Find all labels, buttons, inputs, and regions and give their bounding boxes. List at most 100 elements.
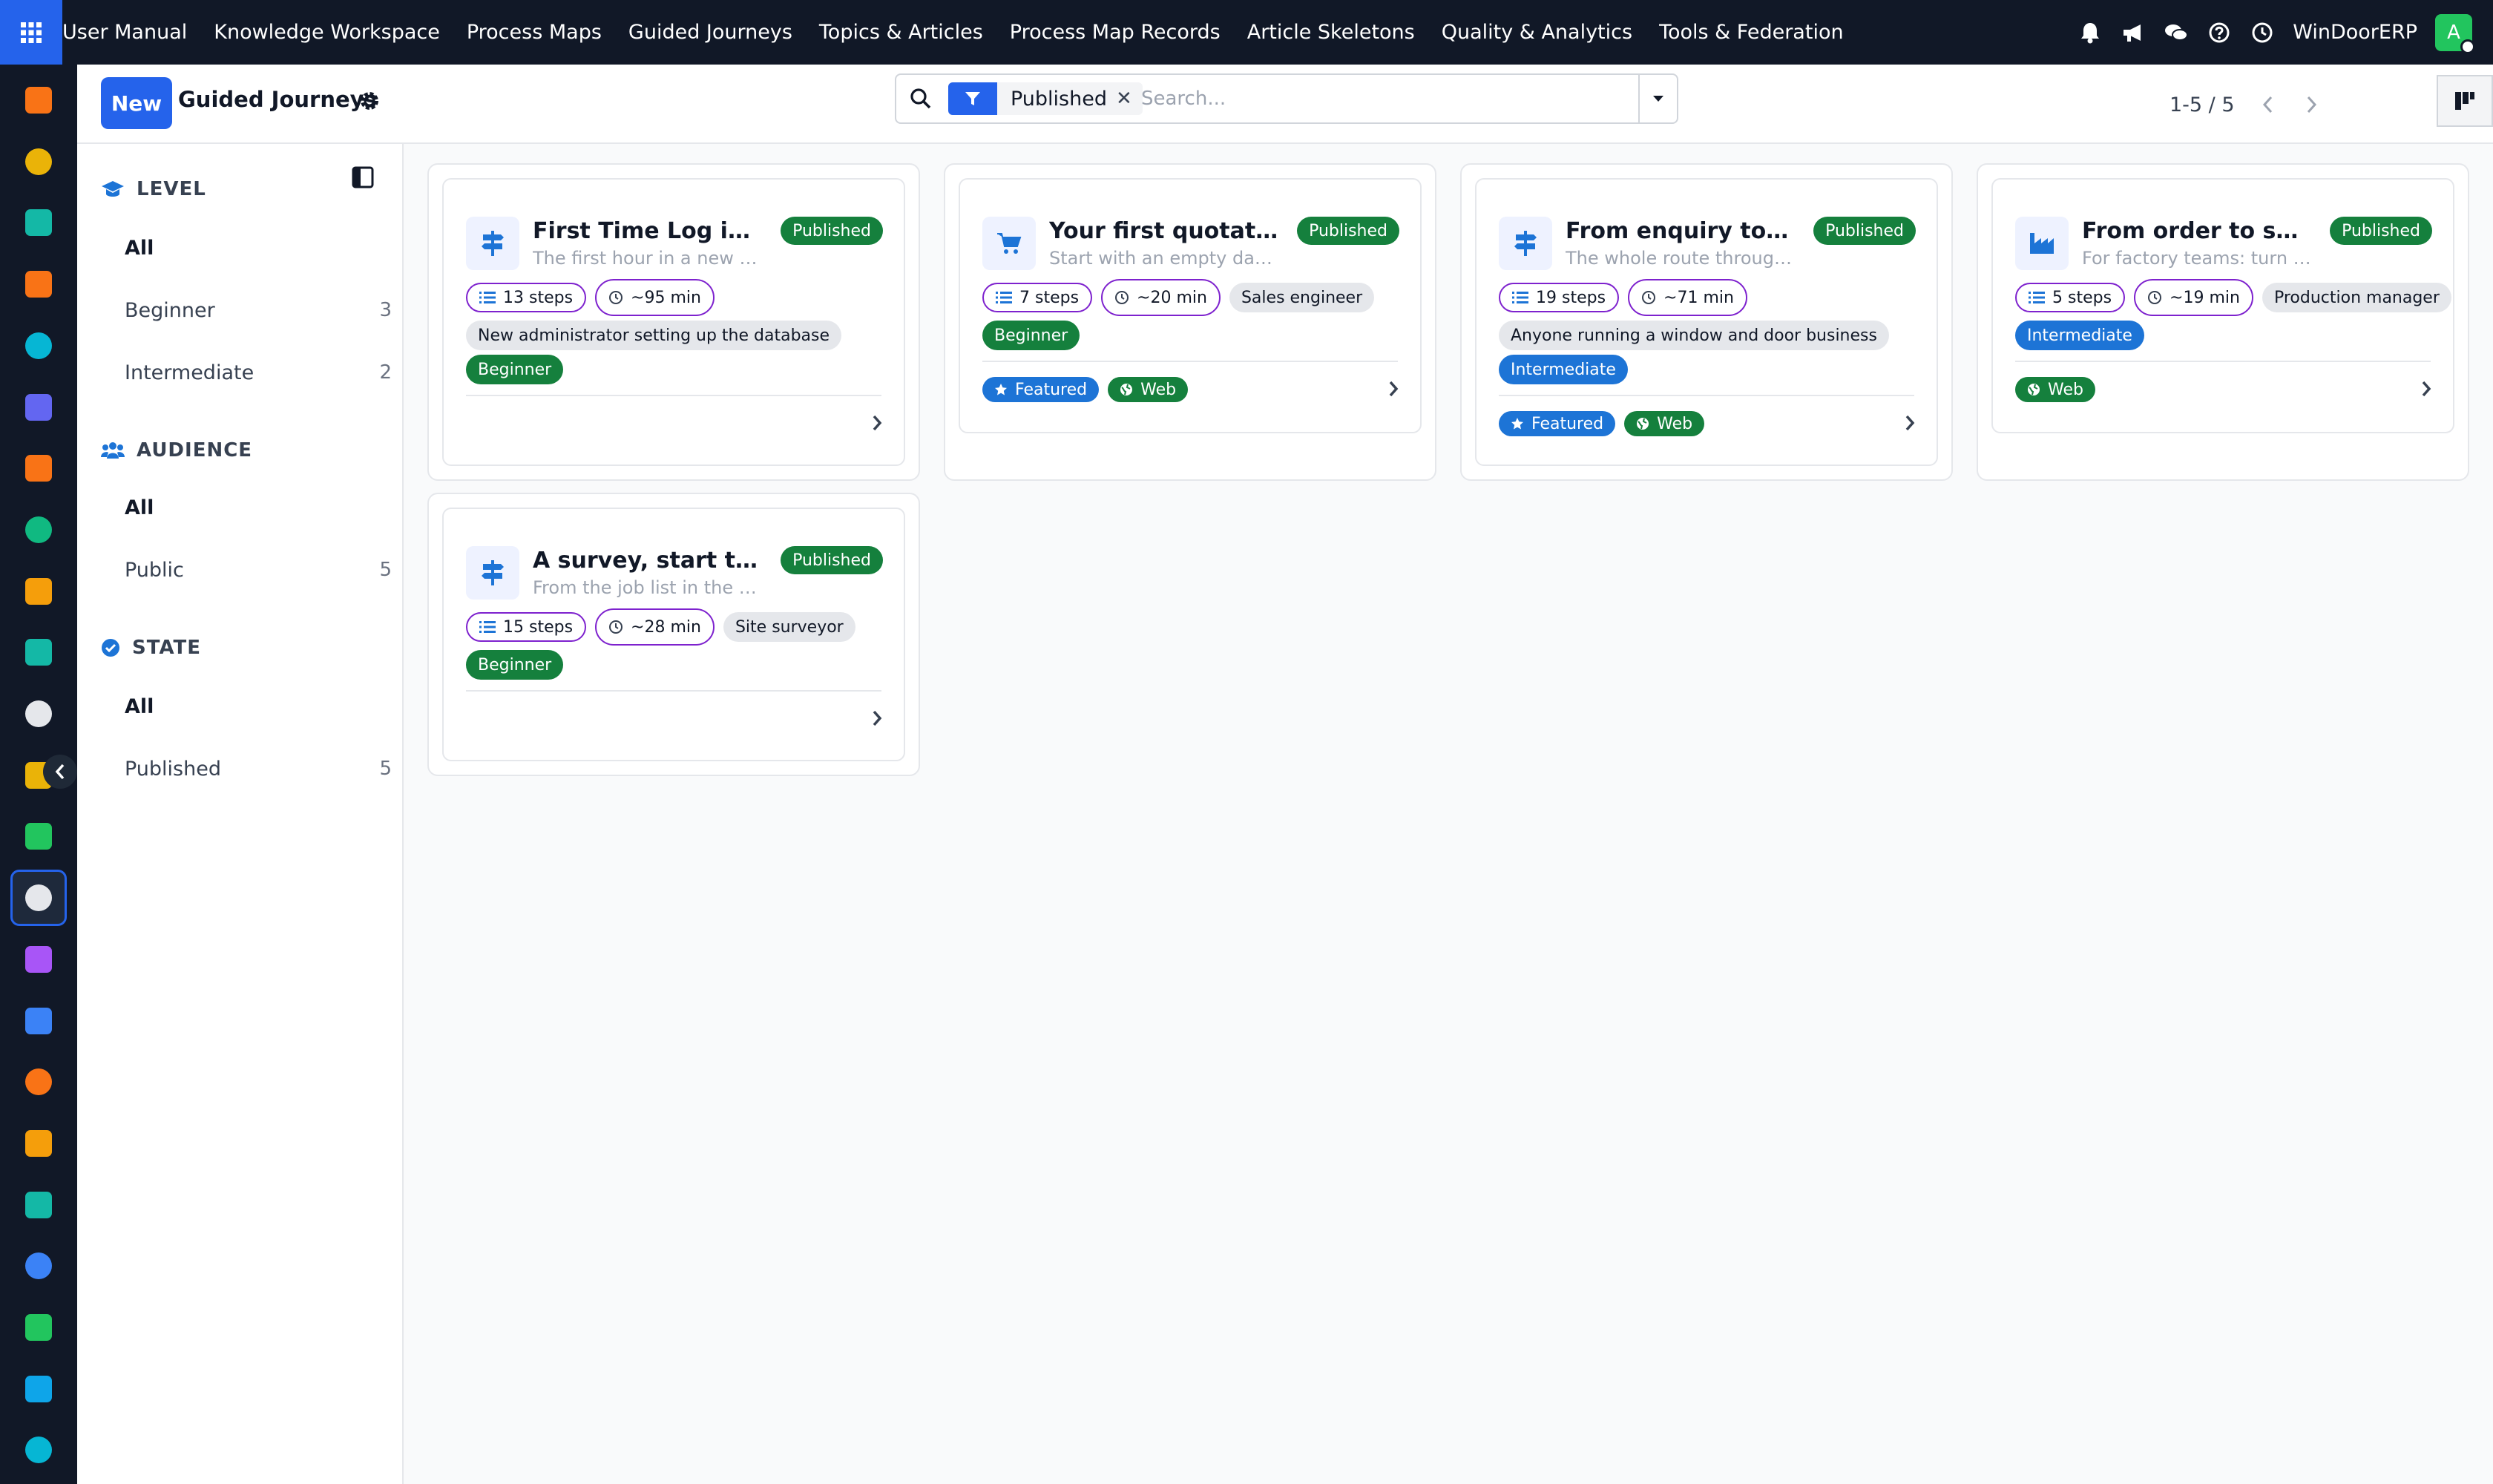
panel-toggle-icon[interactable] — [352, 166, 374, 188]
chip-row: Web — [2015, 377, 2104, 402]
pager-previous-icon[interactable] — [2245, 82, 2290, 127]
featured-label: Featured — [1015, 380, 1088, 399]
level-filter-beginner[interactable]: Beginner 3 — [125, 288, 392, 332]
chevron-right-icon[interactable] — [1904, 414, 1916, 432]
email-app-icon[interactable] — [19, 388, 58, 427]
calendar-app-icon[interactable] — [19, 1124, 58, 1163]
kanban-record[interactable]: From enquiry to inst... The whole route … — [1475, 178, 1938, 466]
featured-chip: Featured — [1499, 411, 1616, 436]
kanban-record[interactable]: First Time Log in Sy... The first hour i… — [442, 178, 905, 466]
new-button[interactable]: New — [101, 77, 172, 129]
contacts-app-icon[interactable] — [19, 203, 58, 242]
gear-icon[interactable] — [359, 91, 380, 111]
chat-icon[interactable] — [2155, 0, 2198, 65]
card-title: From enquiry to inst... — [1566, 218, 1796, 244]
audience-chip: Anyone running a window and door busines… — [1499, 321, 1889, 350]
chip-row: Beginner — [982, 321, 1088, 350]
invoicing-app-icon[interactable] — [19, 1002, 58, 1040]
rail-collapse-chevron-icon[interactable] — [43, 755, 77, 789]
crm-app-icon[interactable] — [19, 510, 58, 549]
state-filter-published[interactable]: Published 5 — [125, 746, 392, 791]
app-glyph — [25, 271, 52, 298]
search-options-caret-icon[interactable] — [1638, 75, 1677, 122]
featured-label: Featured — [1531, 414, 1604, 433]
app-glyph — [25, 1068, 52, 1096]
megaphone-icon[interactable] — [2112, 0, 2155, 65]
timesheet-app-icon[interactable] — [19, 1370, 58, 1408]
menu-knowledge-workspace[interactable]: Knowledge Workspace — [214, 21, 440, 44]
help-icon[interactable] — [2198, 0, 2241, 65]
facet-remove-icon[interactable]: ✕ — [1116, 88, 1143, 110]
state-badge: Published — [2330, 217, 2432, 245]
dashboard-app-icon[interactable] — [19, 572, 58, 611]
livechat-app-icon[interactable] — [19, 449, 58, 487]
level-filter-all[interactable]: All — [125, 226, 392, 270]
clock-icon — [608, 290, 623, 305]
chevron-right-icon[interactable] — [871, 414, 883, 432]
audience-filter-all[interactable]: All — [125, 485, 392, 530]
app-glyph — [25, 823, 52, 850]
kanban-record[interactable]: A survey, start to fin... From the job l… — [442, 508, 905, 761]
reporting-app-icon[interactable] — [19, 81, 58, 119]
studio-app-icon[interactable] — [19, 142, 58, 181]
card-title: A survey, start to fin... — [533, 548, 763, 574]
kanban-record[interactable]: Your first quotation,... Start with an e… — [959, 178, 1422, 433]
inventory-app-icon[interactable] — [19, 695, 58, 733]
duration-chip: ~20 min — [1101, 279, 1221, 316]
knowledge-app-icon[interactable] — [10, 870, 67, 927]
menu-process-maps[interactable]: Process Maps — [467, 21, 602, 44]
search-input[interactable] — [1141, 82, 1586, 115]
sign-app-icon[interactable] — [19, 1186, 58, 1224]
menu-article-skeletons[interactable]: Article Skeletons — [1247, 21, 1415, 44]
chip-row: 7 steps ~20 min Sales engineer — [982, 279, 1383, 316]
app-glyph — [25, 1191, 52, 1218]
duration-value: ~28 min — [631, 617, 701, 637]
employees-app-icon[interactable] — [19, 633, 58, 672]
company-switcher[interactable]: WinDoorERP — [2293, 21, 2417, 44]
kanban-card: A survey, start to fin... From the job l… — [427, 493, 920, 776]
kanban-card: First Time Log in Sy... The first hour i… — [427, 163, 920, 481]
app-glyph — [25, 945, 52, 973]
avatar-initial: A — [2447, 21, 2460, 44]
website-app-icon[interactable] — [19, 1431, 58, 1469]
chip-row: New administrator setting up the databas… — [466, 321, 850, 350]
web-app-icon[interactable] — [19, 326, 58, 365]
project-app-icon[interactable] — [19, 817, 58, 856]
menu-guided-journeys[interactable]: Guided Journeys — [628, 21, 792, 44]
discuss-app-icon[interactable] — [19, 265, 58, 303]
bell-icon[interactable] — [2069, 0, 2112, 65]
menu-tools-federation[interactable]: Tools & Federation — [1659, 21, 1844, 44]
audience-chip: Site surveyor — [723, 612, 855, 642]
chevron-right-icon[interactable] — [2420, 380, 2432, 398]
control-panel: New Guided Journeys Published ✕ 1-5 / 5 — [77, 65, 2493, 144]
chevron-right-icon[interactable] — [1387, 380, 1399, 398]
menu-process-map-records[interactable]: Process Map Records — [1010, 21, 1221, 44]
level-chip: Beginner — [982, 321, 1080, 350]
menu-user-manual[interactable]: User Manual — [62, 21, 187, 44]
search-icon[interactable] — [910, 75, 932, 122]
menu-topics-articles[interactable]: Topics & Articles — [819, 21, 983, 44]
card-subtitle: From the job list in the van ... — [533, 577, 763, 598]
menu-quality-analytics[interactable]: Quality & Analytics — [1442, 21, 1632, 44]
planning-app-icon[interactable] — [19, 1063, 58, 1101]
steps-chip: 15 steps — [466, 612, 587, 642]
kanban-view-icon[interactable] — [2437, 75, 2493, 127]
user-avatar[interactable]: A — [2435, 13, 2475, 54]
filter-count: 5 — [379, 758, 392, 780]
pager-value[interactable]: 1-5 / 5 — [2170, 93, 2235, 116]
filter-icon — [948, 82, 997, 115]
card-subtitle: The whole route through ... — [1566, 248, 1796, 269]
state-filter-all[interactable]: All — [125, 684, 392, 729]
filter-label: Published — [125, 757, 221, 781]
app-glyph — [25, 455, 52, 482]
audience-filter-public[interactable]: Public 5 — [125, 548, 392, 592]
kanban-record[interactable]: From order to shop ... For factory teams… — [1991, 178, 2454, 433]
level-filter-intermediate[interactable]: Intermediate 2 — [125, 350, 392, 395]
apps-app-icon[interactable] — [19, 940, 58, 979]
spreadsheet-app-icon[interactable] — [19, 1247, 58, 1285]
whatsapp-app-icon[interactable] — [19, 1308, 58, 1347]
app-grid-icon[interactable] — [0, 0, 62, 65]
chevron-right-icon[interactable] — [871, 709, 883, 727]
pager-next-icon[interactable] — [2290, 82, 2334, 127]
clock-icon[interactable] — [2241, 0, 2284, 65]
